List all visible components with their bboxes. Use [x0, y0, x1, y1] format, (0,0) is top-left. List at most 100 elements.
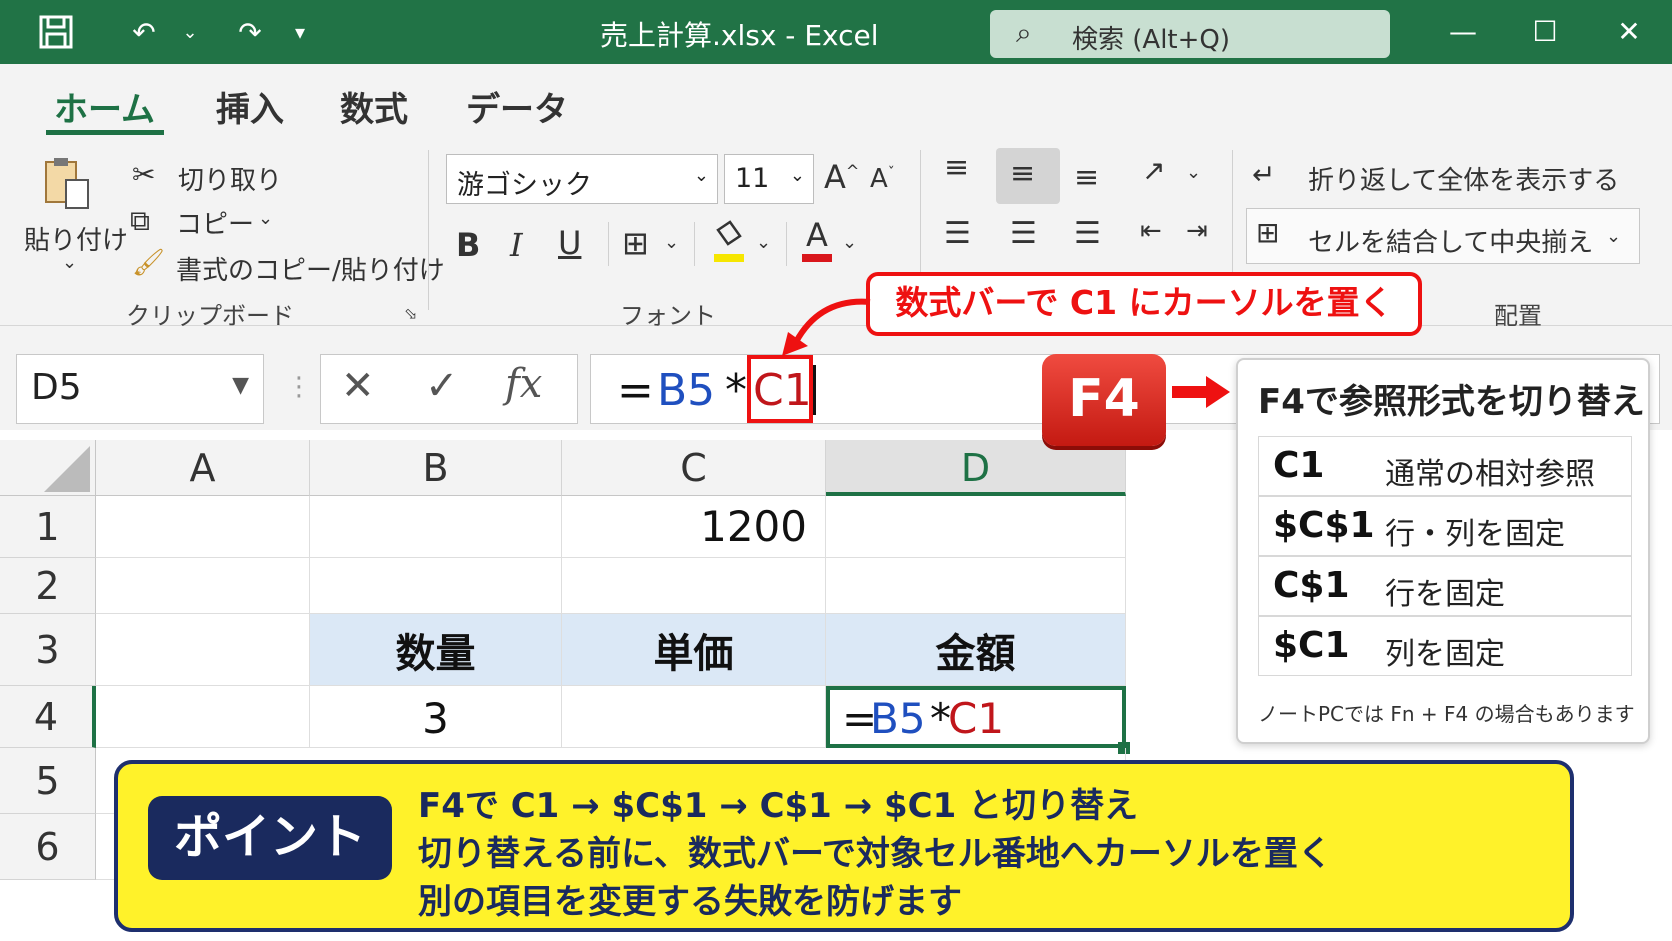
increase-indent-icon[interactable]: ⇥: [1186, 216, 1208, 246]
copy-icon[interactable]: ⧉: [130, 204, 150, 238]
cell-a3[interactable]: [96, 614, 310, 686]
text-cursor: [813, 365, 816, 415]
cell-a4[interactable]: [96, 686, 310, 748]
paste-dropdown-icon[interactable]: ⌄: [62, 252, 77, 273]
column-header-a[interactable]: A: [96, 440, 310, 496]
customize-icon[interactable]: ▾: [282, 14, 318, 50]
formula-operator: *: [725, 365, 747, 416]
bold-icon[interactable]: B: [456, 226, 480, 264]
align-top-icon[interactable]: ≡: [944, 150, 969, 185]
save-icon[interactable]: [38, 14, 74, 50]
cell-d4-active[interactable]: = B5 * C1: [826, 686, 1126, 748]
panel-row: C1 通常の相対参照: [1258, 436, 1632, 496]
align-middle-icon[interactable]: ≡: [1010, 156, 1035, 191]
cell-b4[interactable]: 3: [310, 686, 562, 748]
reference-description: 通常の相対参照: [1385, 457, 1595, 492]
align-bottom-icon[interactable]: ≡: [1074, 160, 1099, 195]
panel-row: $C1 列を固定: [1258, 616, 1632, 676]
column-header-c[interactable]: C: [562, 440, 826, 496]
cell-d2[interactable]: [826, 558, 1126, 614]
copy-button[interactable]: コピー: [176, 204, 254, 241]
font-name-select[interactable]: 游ゴシック ⌄: [446, 154, 718, 204]
cell-c1[interactable]: 1200: [562, 496, 826, 558]
formula-equals: =: [617, 365, 654, 416]
row-header-4[interactable]: 4: [0, 686, 96, 748]
formula-buttons: ✕ ✓ fx: [320, 354, 578, 424]
cell-c3[interactable]: 単価: [562, 614, 826, 686]
row-header-6[interactable]: 6: [0, 814, 96, 880]
redo-icon[interactable]: ↷: [232, 14, 268, 50]
column-header-d[interactable]: D: [826, 440, 1126, 496]
name-box[interactable]: D5 ▼: [16, 354, 264, 424]
formula-bar-grip-icon[interactable]: ⋮: [286, 372, 312, 402]
cell-d1[interactable]: [826, 496, 1126, 558]
cell-c4[interactable]: [562, 686, 826, 748]
copy-dropdown-icon[interactable]: ⌄: [258, 208, 273, 229]
fill-color-icon[interactable]: [712, 220, 746, 264]
cell-b1[interactable]: [310, 496, 562, 558]
cell-a1[interactable]: [96, 496, 310, 558]
paste-icon[interactable]: [40, 154, 100, 214]
wrap-text-button[interactable]: 折り返して全体を表示する: [1308, 160, 1619, 197]
increase-font-size-icon[interactable]: A^: [824, 158, 859, 196]
font-color-icon[interactable]: A: [800, 216, 834, 264]
decrease-font-size-icon[interactable]: Aˇ: [870, 164, 895, 194]
minimize-icon[interactable]: —: [1438, 10, 1488, 54]
fx-icon[interactable]: fx: [505, 361, 542, 407]
chevron-down-icon[interactable]: ▼: [232, 373, 249, 398]
merge-dropdown-icon[interactable]: ⌄: [1606, 226, 1621, 247]
f4-key-icon: F4: [1042, 354, 1166, 446]
fill-color-dropdown-icon[interactable]: ⌄: [756, 232, 771, 253]
cell-d3[interactable]: 金額: [826, 614, 1126, 686]
italic-icon[interactable]: I: [510, 226, 523, 264]
cut-icon[interactable]: ✂: [132, 158, 155, 191]
decrease-indent-icon[interactable]: ⇤: [1140, 216, 1162, 246]
align-right-icon[interactable]: ☰: [1074, 216, 1101, 251]
column-header-b[interactable]: B: [310, 440, 562, 496]
cancel-icon[interactable]: ✕: [341, 363, 375, 409]
align-center-icon[interactable]: ☰: [1010, 216, 1037, 251]
search-box[interactable]: ⌕ 検索 (Alt+Q): [990, 10, 1390, 58]
tab-formulas[interactable]: 数式: [340, 82, 408, 131]
separator: [786, 222, 787, 266]
cell-a2[interactable]: [96, 558, 310, 614]
cut-button[interactable]: 切り取り: [178, 160, 282, 197]
font-size-select[interactable]: 11 ⌄: [724, 154, 814, 204]
clipboard-launcher-icon[interactable]: ⬂: [404, 304, 417, 323]
separator: [608, 222, 609, 266]
cell-c2[interactable]: [562, 558, 826, 614]
search-label: 検索 (Alt+Q): [1072, 25, 1231, 55]
row-header-2[interactable]: 2: [0, 558, 96, 614]
separator: [428, 150, 429, 310]
tab-insert[interactable]: 挿入: [216, 82, 284, 131]
cell-b2[interactable]: [310, 558, 562, 614]
reference-description: 列を固定: [1385, 637, 1505, 672]
maximize-icon[interactable]: ☐: [1520, 10, 1570, 54]
row-header-3[interactable]: 3: [0, 614, 96, 686]
orientation-dropdown-icon[interactable]: ⌄: [1186, 162, 1201, 183]
wrap-text-icon[interactable]: ↵: [1252, 158, 1275, 191]
row-header-5[interactable]: 5: [0, 748, 96, 814]
orientation-icon[interactable]: ↗: [1142, 154, 1165, 187]
undo-icon[interactable]: ↶: [126, 14, 162, 50]
cell-b3[interactable]: 数量: [310, 614, 562, 686]
formula-reference-b5: B5: [657, 365, 716, 416]
format-painter-icon[interactable]: 🖌: [132, 248, 165, 278]
title-bar: ↶ ⌄ ↷ ▾ 売上計算.xlsx - Excel ⌕ 検索 (Alt+Q) —…: [0, 0, 1672, 64]
close-icon[interactable]: ✕: [1604, 10, 1654, 54]
align-left-icon[interactable]: ☰: [944, 216, 971, 251]
reference-code: $C1: [1273, 625, 1350, 666]
enter-icon[interactable]: ✓: [425, 363, 459, 409]
borders-dropdown-icon[interactable]: ⌄: [664, 232, 679, 253]
underline-icon[interactable]: U: [558, 224, 581, 262]
font-size-value: 11: [735, 163, 770, 194]
select-all-corner[interactable]: [0, 440, 96, 496]
row-header-1[interactable]: 1: [0, 496, 96, 558]
font-color-dropdown-icon[interactable]: ⌄: [842, 232, 857, 253]
borders-icon[interactable]: ⊞: [622, 224, 649, 262]
format-painter-button[interactable]: 書式のコピー/貼り付け: [176, 250, 445, 287]
tab-home[interactable]: ホーム: [54, 82, 155, 131]
point-line-1: F4で C1 → $C$1 → C$1 → $C1 と切り替え: [418, 786, 1139, 826]
undo-dropdown-icon[interactable]: ⌄: [172, 14, 208, 50]
tab-data[interactable]: データ: [466, 82, 568, 131]
